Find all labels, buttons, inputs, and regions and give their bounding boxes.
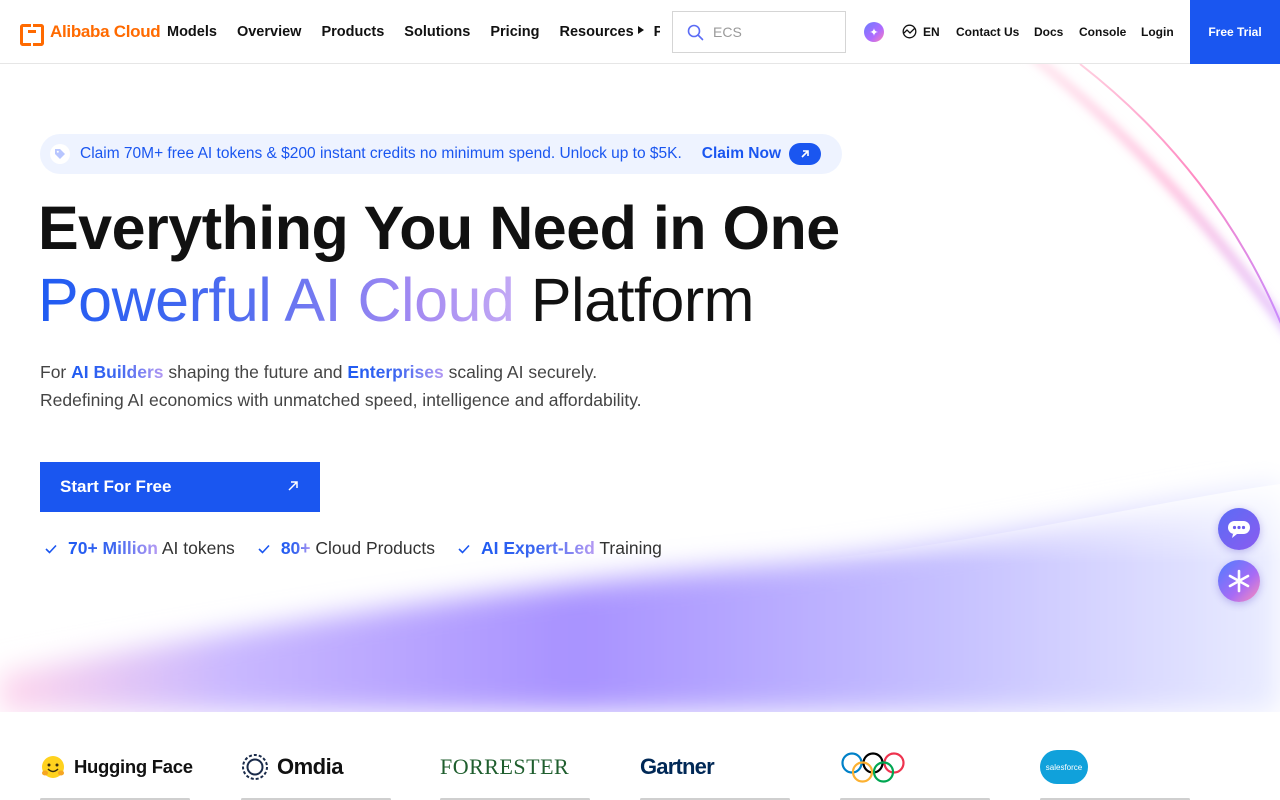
omdia-name: Omdia [277,754,343,779]
highlight-text: Training [594,538,662,558]
partner-description [1040,794,1200,800]
highlight-text: AI tokens [157,538,235,558]
partner-logos: Hugging Face Omdia FORRESTER Gartner sal… [0,712,1280,800]
free-trial-button[interactable]: Free Trial [1190,0,1280,64]
gartner-logo: Gartner [640,750,715,784]
gartner-name: Gartner [640,754,715,779]
salesforce-logo: salesforce [1040,750,1088,784]
hero-subtitle: For AI Builders shaping the future and E… [40,358,642,414]
hero-subtitle-line2: Redefining AI economics with unmatched s… [40,390,642,410]
sub-text: shaping the future and [163,362,348,382]
hugging-face-logo: Hugging Face [40,750,193,784]
checkmark-icon [458,544,470,554]
hero-title-line2: Powerful AI Cloud Platform [38,264,754,336]
forrester-name: FORRESTER [440,754,570,779]
menu-item-solutions[interactable]: Solutions [404,24,470,40]
highlight-item: 80+ Cloud Products [257,538,435,559]
console-link[interactable]: Console [1079,25,1126,39]
search-icon [687,24,704,40]
hugging-face-name: Hugging Face [74,756,193,777]
ai-builders-highlight: AI Builders [71,362,164,382]
salesforce-cloud-icon: salesforce [1040,750,1088,784]
hero-subtitle-line1: For AI Builders shaping the future and E… [40,358,642,386]
docs-link[interactable]: Docs [1034,25,1063,39]
menu-item-partners[interactable]: Partners [654,24,660,40]
highlight-text: Cloud Products [310,538,436,558]
tag-icon [50,144,70,164]
logo-mark-icon [20,24,44,46]
top-navigation: Alibaba Cloud Models Overview Products S… [0,0,1280,64]
contact-us-link[interactable]: Contact Us [956,25,1019,39]
promo-text: Claim 70M+ free AI tokens & $200 instant… [80,145,682,162]
chevron-right-icon[interactable] [638,26,644,34]
menu-item-resources[interactable]: Resources [560,24,634,40]
partner-description [640,794,800,800]
sub-text: scaling AI securely. [443,362,598,382]
partner-description [40,794,200,800]
menu-item-products[interactable]: Products [321,24,384,40]
start-for-free-button[interactable]: Start For Free [40,462,320,512]
omdia-logo: Omdia [241,750,343,784]
search-input[interactable] [713,24,823,40]
checkmark-icon [258,544,270,554]
sub-text: For [40,362,72,382]
arrow-up-right-icon [288,481,298,491]
partner-description [440,794,600,800]
arrow-up-right-icon[interactable] [789,143,822,165]
ai-spark-icon[interactable] [1218,560,1260,602]
checkmark-icon [45,544,57,554]
login-link[interactable]: Login [1141,25,1174,39]
hero-title-line1: Everything You Need in One [38,194,840,262]
hugging-face-emoji-icon [42,756,64,778]
hero-title-highlight: Powerful AI Cloud [38,266,515,334]
logo-text: Alibaba Cloud [50,22,161,41]
main-menu: Models Overview Products Solutions Prici… [167,0,660,64]
globe-icon [902,24,917,39]
omdia-ring-icon [242,754,268,780]
claim-now-link[interactable]: Claim Now [702,145,781,163]
chat-bubble-icon[interactable] [1218,508,1260,550]
alibaba-cloud-logo[interactable]: Alibaba Cloud [20,20,161,46]
olympic-rings-logo [840,750,906,784]
menu-item-models[interactable]: Models [167,24,217,40]
highlight-item: AI Expert-Led Training [457,538,662,559]
search-box[interactable] [672,11,846,53]
language-label: EN [923,24,940,39]
highlight-value: 80+ [280,538,311,558]
menu-item-overview[interactable]: Overview [237,24,302,40]
highlights-list: 70+ Million AI tokens 80+ Cloud Products… [44,538,662,559]
hero-title-rest: Platform [530,266,755,334]
olympic-rings-icon [841,752,905,783]
partner-description [241,794,401,800]
language-switcher[interactable]: EN [902,24,940,39]
ai-assistant-icon[interactable]: ✦ [864,22,884,42]
hero-section: Claim 70M+ free AI tokens & $200 instant… [0,64,1280,712]
highlight-value: 70+ Million [68,538,158,558]
highlight-item: 70+ Million AI tokens [44,538,235,559]
highlight-value: AI Expert-Led [481,538,595,558]
partner-description [840,794,1000,800]
promo-banner[interactable]: Claim 70M+ free AI tokens & $200 instant… [40,134,842,174]
start-for-free-label: Start For Free [60,477,172,496]
forrester-logo: FORRESTER [440,750,569,784]
menu-item-pricing[interactable]: Pricing [490,24,539,40]
enterprises-highlight: Enterprises [347,362,444,382]
